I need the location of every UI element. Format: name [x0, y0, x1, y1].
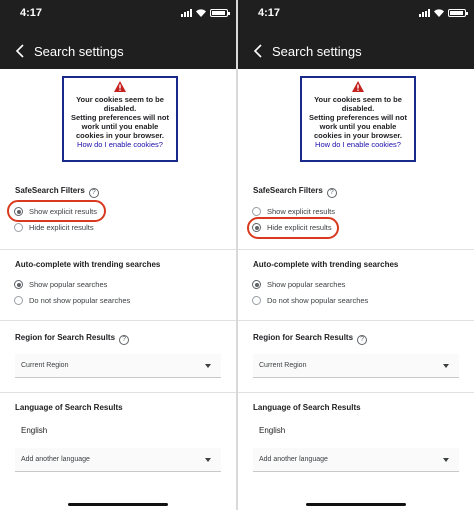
radio-show-popular[interactable]: Show popular searches: [252, 280, 345, 289]
back-arrow-icon[interactable]: [251, 43, 267, 59]
divider: [238, 320, 474, 321]
radio-hide-popular[interactable]: Do not show popular searches: [252, 296, 368, 305]
radio-label: Show popular searches: [267, 280, 346, 289]
radio-show-explicit[interactable]: Show explicit results: [252, 207, 335, 216]
back-arrow-icon[interactable]: [13, 43, 29, 59]
status-time: 4:17: [258, 7, 281, 19]
cookie-message-line: disabled.: [341, 104, 375, 113]
battery-icon: [448, 9, 468, 17]
cookie-message-line: Setting preferences will not: [309, 113, 407, 122]
radio-button[interactable]: [14, 223, 23, 232]
cookie-message-line: disabled.: [103, 104, 137, 113]
help-icon[interactable]: ?: [88, 188, 99, 198]
cookie-message-line: Setting preferences will not: [71, 113, 169, 122]
right-screenshot-panel: 4:17 Search settings Your cookies seem t…: [238, 0, 474, 510]
dropdown-arrow-icon: [205, 458, 211, 462]
selection-highlight-ring: [247, 217, 339, 239]
current-language: English: [259, 426, 286, 435]
current-language: English: [21, 426, 48, 435]
safesearch-title-text: SafeSearch Filters: [15, 186, 85, 195]
add-language-select[interactable]: Add another language: [15, 448, 221, 472]
status-icons: [181, 9, 230, 17]
page-title: Search settings: [272, 44, 362, 59]
autocomplete-section-title: Auto-complete with trending searches: [253, 260, 399, 269]
status-icons: [419, 9, 468, 17]
wifi-icon: [196, 9, 206, 17]
region-title-text: Region for Search Results: [253, 333, 354, 342]
radio-button[interactable]: [252, 296, 261, 305]
add-language-text: Add another language: [259, 456, 328, 463]
home-indicator: [68, 503, 168, 506]
left-screenshot-panel: 4:17 Search settings Your cookies seem t…: [0, 0, 236, 510]
help-icon[interactable]: ?: [119, 335, 130, 345]
home-indicator: [306, 503, 406, 506]
cookie-message-line: cookies in your browser.: [314, 131, 402, 140]
cookie-message: Your cookies seem to be disabled. Settin…: [64, 95, 176, 140]
autocomplete-section-title: Auto-complete with trending searches: [15, 260, 161, 269]
divider: [0, 320, 236, 321]
region-select[interactable]: Current Region: [15, 354, 221, 378]
divider: [0, 392, 236, 393]
radio-hide-popular[interactable]: Do not show popular searches: [14, 296, 130, 305]
safesearch-section-title: SafeSearch Filters?: [253, 186, 337, 198]
safesearch-title-text: SafeSearch Filters: [253, 186, 323, 195]
radio-button[interactable]: [14, 296, 23, 305]
enable-cookies-link[interactable]: How do I enable cookies?: [64, 140, 176, 149]
region-section-title: Region for Search Results?: [253, 333, 368, 345]
status-time: 4:17: [20, 7, 43, 19]
help-icon[interactable]: ?: [357, 335, 368, 345]
cookie-message-line: work until you enable: [319, 122, 397, 131]
cookie-message-line: Your cookies seem to be: [314, 95, 402, 104]
radio-show-popular[interactable]: Show popular searches: [14, 280, 107, 289]
cookie-message-line: Your cookies seem to be: [76, 95, 164, 104]
divider: [238, 249, 474, 250]
radio-label: Show explicit results: [267, 207, 335, 216]
help-icon[interactable]: ?: [326, 188, 337, 198]
dropdown-arrow-icon: [443, 458, 449, 462]
language-section-title: Language of Search Results: [15, 403, 123, 412]
cookie-warning-box: Your cookies seem to be disabled. Settin…: [300, 76, 416, 162]
add-language-text: Add another language: [21, 456, 90, 463]
warning-icon: [114, 81, 126, 92]
cookie-message-line: work until you enable: [81, 122, 159, 131]
radio-button[interactable]: [252, 207, 261, 216]
radio-hide-explicit[interactable]: Hide explicit results: [14, 223, 94, 232]
battery-icon: [210, 9, 230, 17]
language-section-title: Language of Search Results: [253, 403, 361, 412]
cellular-signal-icon: [181, 9, 192, 17]
page-title: Search settings: [34, 44, 124, 59]
radio-label: Hide explicit results: [29, 223, 94, 232]
radio-button[interactable]: [252, 280, 261, 289]
enable-cookies-link[interactable]: How do I enable cookies?: [302, 140, 414, 149]
wifi-icon: [434, 9, 444, 17]
region-select[interactable]: Current Region: [253, 354, 459, 378]
cellular-signal-icon: [419, 9, 430, 17]
divider: [238, 392, 474, 393]
selection-highlight-ring: [7, 200, 106, 222]
region-section-title: Region for Search Results?: [15, 333, 130, 345]
radio-label: Do not show popular searches: [267, 296, 369, 305]
region-select-value: Current Region: [259, 362, 307, 369]
cookie-message: Your cookies seem to be disabled. Settin…: [302, 95, 414, 140]
safesearch-section-title: SafeSearch Filters?: [15, 186, 99, 198]
app-bar: 4:17 Search settings: [238, 0, 474, 69]
region-select-value: Current Region: [21, 362, 69, 369]
divider: [0, 249, 236, 250]
cookie-message-line: cookies in your browser.: [76, 131, 164, 140]
radio-button[interactable]: [14, 280, 23, 289]
app-bar: 4:17 Search settings: [0, 0, 236, 69]
dropdown-arrow-icon: [205, 364, 211, 368]
radio-label: Do not show popular searches: [29, 296, 131, 305]
cookie-warning-box: Your cookies seem to be disabled. Settin…: [62, 76, 178, 162]
add-language-select[interactable]: Add another language: [253, 448, 459, 472]
region-title-text: Region for Search Results: [15, 333, 116, 342]
warning-icon: [352, 81, 364, 92]
dropdown-arrow-icon: [443, 364, 449, 368]
radio-label: Show popular searches: [29, 280, 108, 289]
